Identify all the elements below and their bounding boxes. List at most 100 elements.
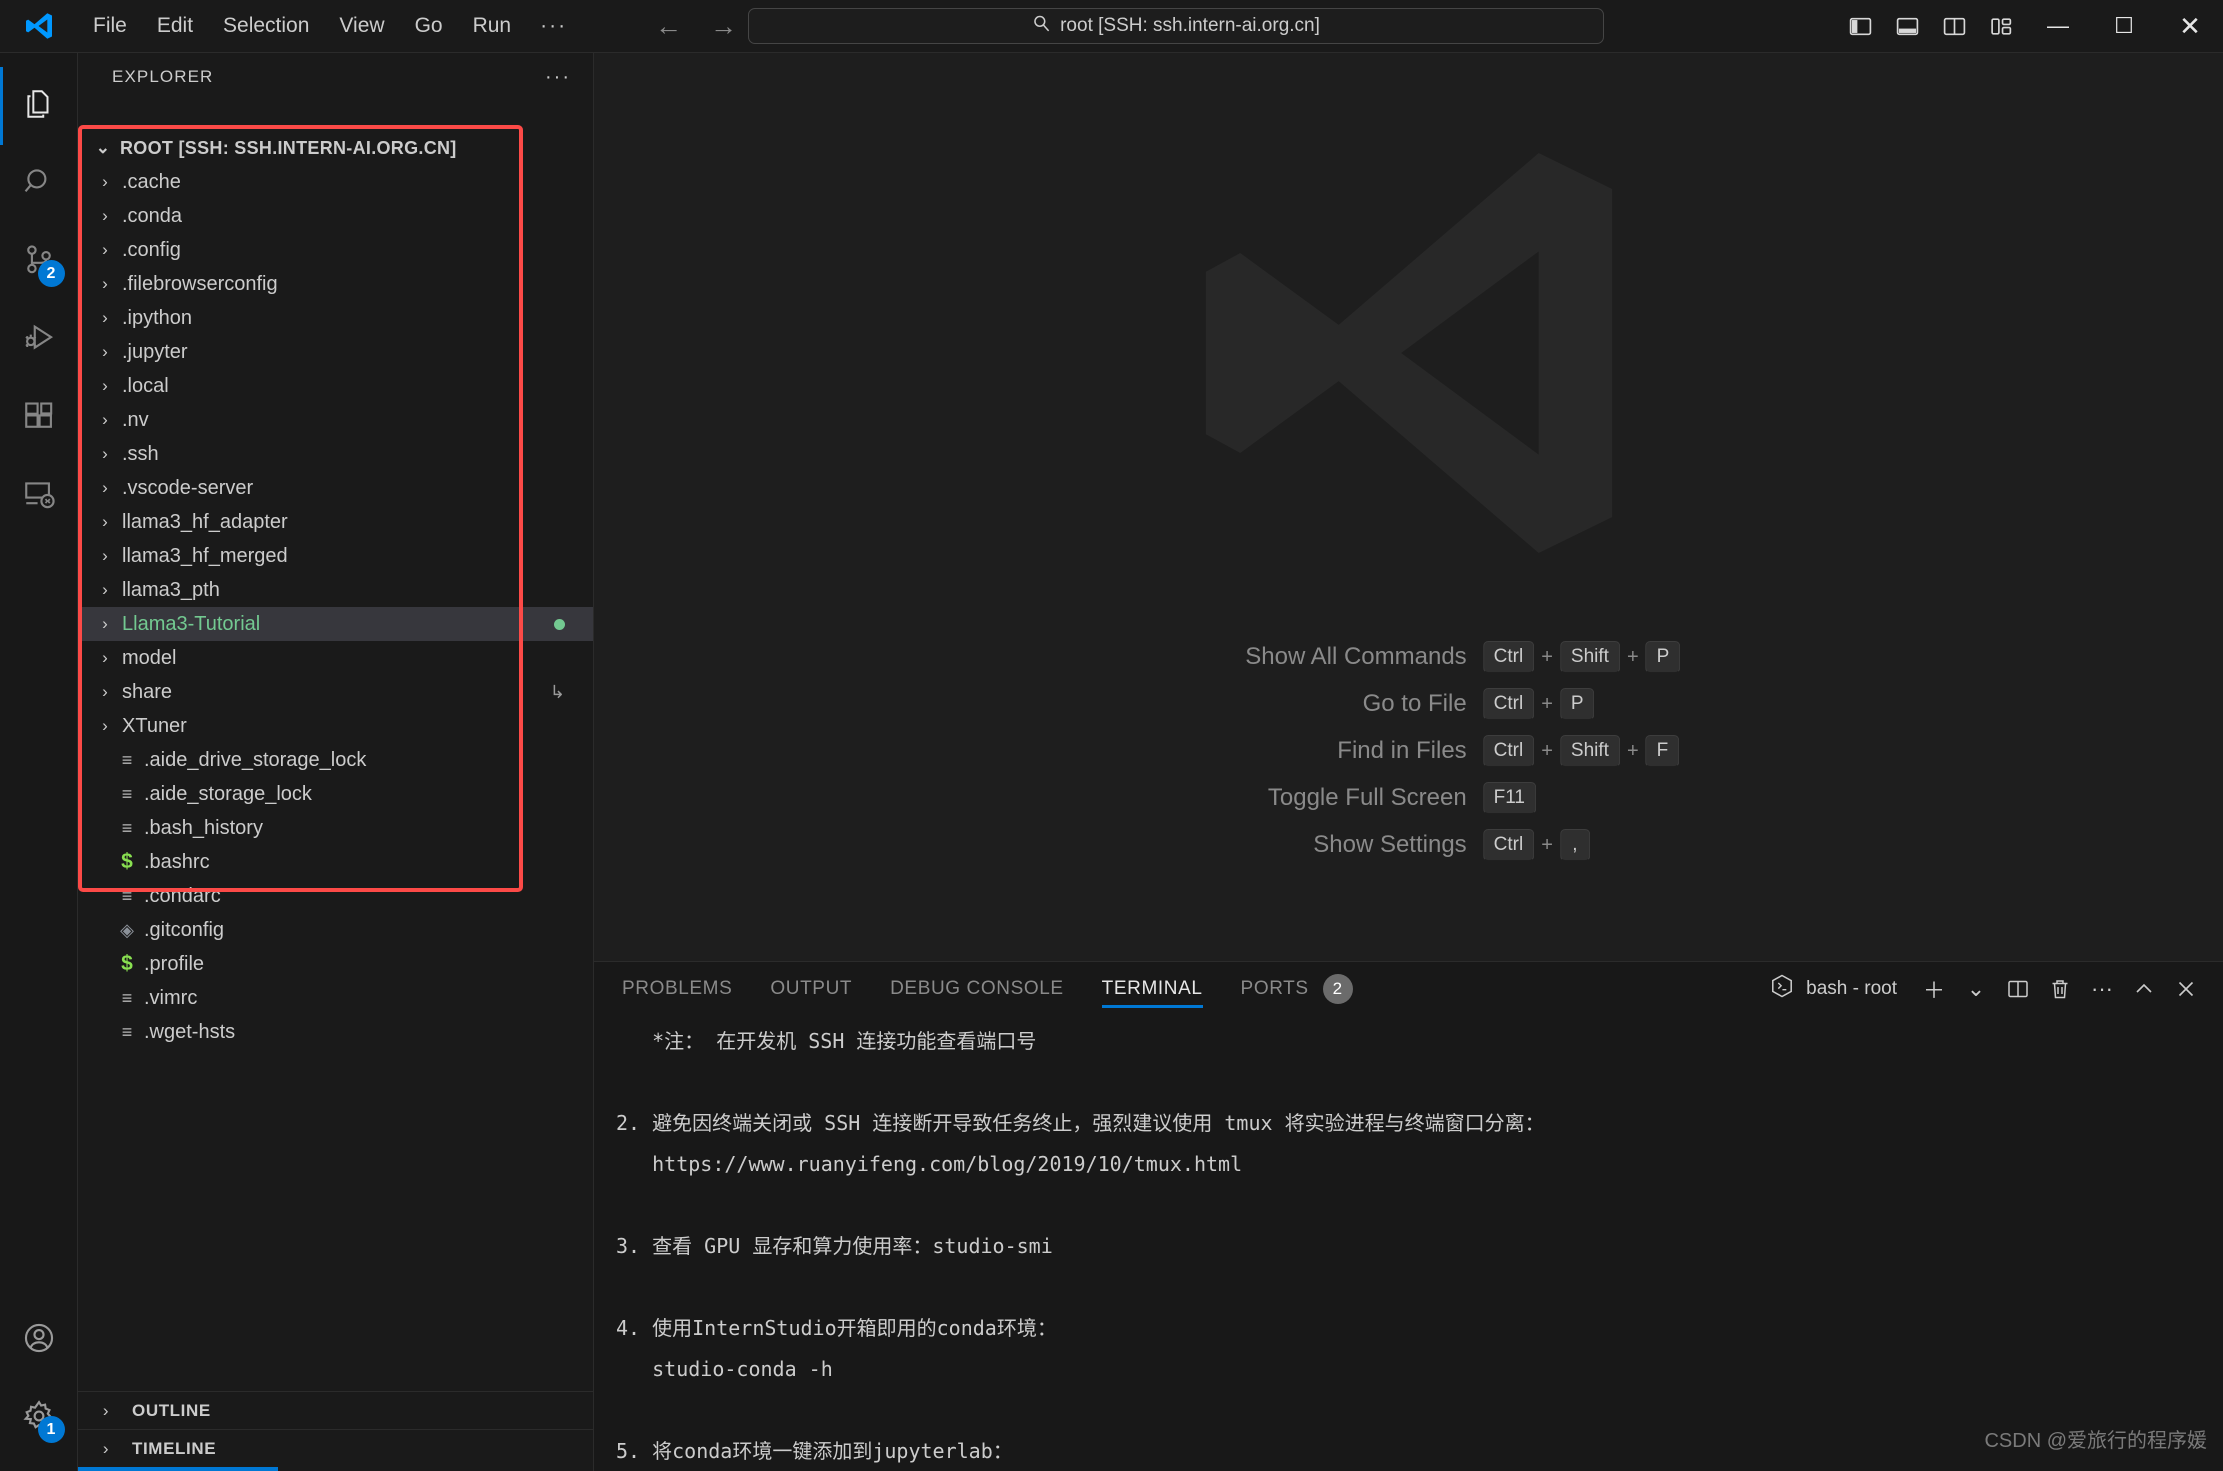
activity-item-remote-explorer[interactable]: [0, 457, 78, 535]
explorer-header: EXPLORER ···: [78, 53, 593, 101]
chevron-right-icon[interactable]: ›: [88, 444, 122, 464]
tree-item-nv[interactable]: › .nv: [78, 403, 593, 437]
tree-item-cache[interactable]: › .cache: [78, 165, 593, 199]
tree-item-model[interactable]: › model: [78, 641, 593, 675]
tree-item-share[interactable]: › share ↳: [78, 675, 593, 709]
explorer-more-actions-icon[interactable]: ···: [545, 66, 571, 89]
tree-item-bash-history[interactable]: ≡ .bash_history: [78, 811, 593, 845]
tree-item-bashrc[interactable]: $ .bashrc: [78, 845, 593, 879]
tree-item-conda[interactable]: › .conda: [78, 199, 593, 233]
tree-item-config[interactable]: › .config: [78, 233, 593, 267]
tree-item-gitconfig[interactable]: ◈ .gitconfig: [78, 913, 593, 947]
tree-item-llama3-pth[interactable]: › llama3_pth: [78, 573, 593, 607]
tree-item-label: .gitconfig: [144, 918, 225, 941]
tree-item-label: model: [122, 646, 177, 669]
close-panel-button[interactable]: [2165, 968, 2207, 1010]
chevron-right-icon[interactable]: ›: [88, 716, 122, 736]
tab-label: TERMINAL: [1101, 977, 1203, 999]
toggle-panel-icon[interactable]: [1884, 0, 1931, 53]
tree-item-filebrowserconfig[interactable]: › .filebrowserconfig: [78, 267, 593, 301]
chevron-right-icon[interactable]: ›: [88, 648, 122, 668]
tab-output[interactable]: OUTPUT: [770, 962, 852, 1015]
tree-item-llama3-tutorial[interactable]: › Llama3-Tutorial: [78, 607, 593, 641]
menu-go[interactable]: Go: [400, 9, 458, 43]
shortcut-toggle-full-screen[interactable]: Toggle Full Screen F11: [1137, 782, 1681, 814]
shortcut-find-in-files[interactable]: Find in Files Ctrl + Shift + F: [1137, 735, 1681, 767]
quick-search-input[interactable]: root [SSH: ssh.intern-ai.org.cn]: [748, 8, 1604, 44]
active-terminal-indicator[interactable]: bash - root: [1769, 973, 1897, 1005]
activity-item-accounts[interactable]: [0, 1301, 78, 1379]
tree-item-vimrc[interactable]: ≡ .vimrc: [78, 981, 593, 1015]
terminal-output[interactable]: *注： 在开发机 SSH 连接功能查看端口号 2. 避免因终端关闭或 SSH 连…: [594, 1015, 2223, 1471]
tab-ports[interactable]: PORTS 2: [1241, 962, 1353, 1015]
chevron-right-icon[interactable]: ›: [88, 614, 122, 634]
close-window-button[interactable]: ✕: [2157, 0, 2223, 53]
shortcut-go-to-file[interactable]: Go to File Ctrl + P: [1137, 688, 1681, 720]
tree-root-folder[interactable]: ⌄ ROOT [SSH: SSH.INTERN-AI.ORG.CN]: [78, 131, 593, 165]
tree-item-ipython[interactable]: › .ipython: [78, 301, 593, 335]
key-separator: +: [1541, 833, 1553, 856]
sidebar-section-outline[interactable]: › OUTLINE: [78, 1391, 593, 1429]
split-terminal-button[interactable]: [1997, 968, 2039, 1010]
activity-item-run-and-debug[interactable]: [0, 301, 78, 379]
toggle-secondary-sidebar-icon[interactable]: [1931, 0, 1978, 53]
key-separator: +: [1541, 645, 1553, 668]
tree-item-condarc[interactable]: ≡ .condarc: [78, 879, 593, 913]
shortcut-show-all-commands[interactable]: Show All Commands Ctrl + Shift + P: [1137, 641, 1681, 673]
chevron-right-icon[interactable]: ›: [88, 580, 122, 600]
new-terminal-button[interactable]: ＋: [1913, 968, 1955, 1010]
tree-item-aide-drive-storage-lock[interactable]: ≡ .aide_drive_storage_lock: [78, 743, 593, 777]
menu-overflow-icon[interactable]: ···: [526, 9, 581, 43]
chevron-right-icon[interactable]: ›: [88, 376, 122, 396]
panel-more-actions-icon[interactable]: ···: [2081, 968, 2123, 1010]
tree-item-local[interactable]: › .local: [78, 369, 593, 403]
activity-item-extensions[interactable]: [0, 379, 78, 457]
activity-item-search[interactable]: [0, 145, 78, 223]
menu-run[interactable]: Run: [458, 9, 527, 43]
tree-item-ssh[interactable]: › .ssh: [78, 437, 593, 471]
tree-item-profile[interactable]: $ .profile: [78, 947, 593, 981]
toggle-primary-sidebar-icon[interactable]: [1837, 0, 1884, 53]
chevron-right-icon[interactable]: ›: [88, 410, 122, 430]
chevron-right-icon[interactable]: ›: [88, 512, 122, 532]
minimize-button[interactable]: —: [2025, 0, 2091, 53]
chevron-right-icon[interactable]: ›: [88, 240, 122, 260]
tree-item-aide-storage-lock[interactable]: ≡ .aide_storage_lock: [78, 777, 593, 811]
kill-terminal-button[interactable]: [2039, 968, 2081, 1010]
tree-item-wget-hsts[interactable]: ≡ .wget-hsts: [78, 1015, 593, 1049]
tab-terminal[interactable]: TERMINAL: [1101, 962, 1203, 1015]
menu-file[interactable]: File: [78, 9, 142, 43]
tab-problems[interactable]: PROBLEMS: [622, 962, 732, 1015]
chevron-right-icon[interactable]: ›: [88, 342, 122, 362]
terminal-profile-dropdown[interactable]: ⌄: [1955, 968, 1997, 1010]
go-forward-icon[interactable]: →: [710, 12, 737, 40]
maximize-panel-button[interactable]: [2123, 968, 2165, 1010]
menu-selection[interactable]: Selection: [208, 9, 324, 43]
maximize-button[interactable]: ☐: [2091, 0, 2157, 53]
chevron-right-icon[interactable]: ›: [88, 682, 122, 702]
tree-item-llama3-hf-merged[interactable]: › llama3_hf_merged: [78, 539, 593, 573]
chevron-right-icon[interactable]: ›: [88, 274, 122, 294]
tree-item-jupyter[interactable]: › .jupyter: [78, 335, 593, 369]
customize-layout-icon[interactable]: [1978, 0, 2025, 53]
activity-item-source-control[interactable]: 2: [0, 223, 78, 301]
chevron-right-icon[interactable]: ›: [88, 172, 122, 192]
shortcut-show-settings[interactable]: Show Settings Ctrl + ,: [1137, 829, 1681, 861]
explorer-title: EXPLORER: [112, 67, 214, 86]
tab-debug-console[interactable]: DEBUG CONSOLE: [890, 962, 1064, 1015]
go-back-icon[interactable]: ←: [655, 12, 682, 40]
activity-item-manage-settings[interactable]: 1: [0, 1379, 78, 1457]
tree-item-label: .filebrowserconfig: [122, 272, 278, 295]
activity-item-explorer[interactable]: [0, 67, 78, 145]
chevron-right-icon[interactable]: ›: [88, 546, 122, 566]
chevron-down-icon[interactable]: ⌄: [86, 138, 120, 158]
chevron-right-icon[interactable]: ›: [88, 308, 122, 328]
menu-edit[interactable]: Edit: [142, 9, 208, 43]
chevron-right-icon[interactable]: ›: [88, 206, 122, 226]
menu-view[interactable]: View: [324, 9, 399, 43]
tree-item-vscode-server[interactable]: › .vscode-server: [78, 471, 593, 505]
tree-item-xtuner[interactable]: › XTuner: [78, 709, 593, 743]
tree-item-llama3-hf-adapter[interactable]: › llama3_hf_adapter: [78, 505, 593, 539]
sidebar-section-timeline[interactable]: › TIMELINE: [78, 1429, 593, 1467]
chevron-right-icon[interactable]: ›: [88, 478, 122, 498]
